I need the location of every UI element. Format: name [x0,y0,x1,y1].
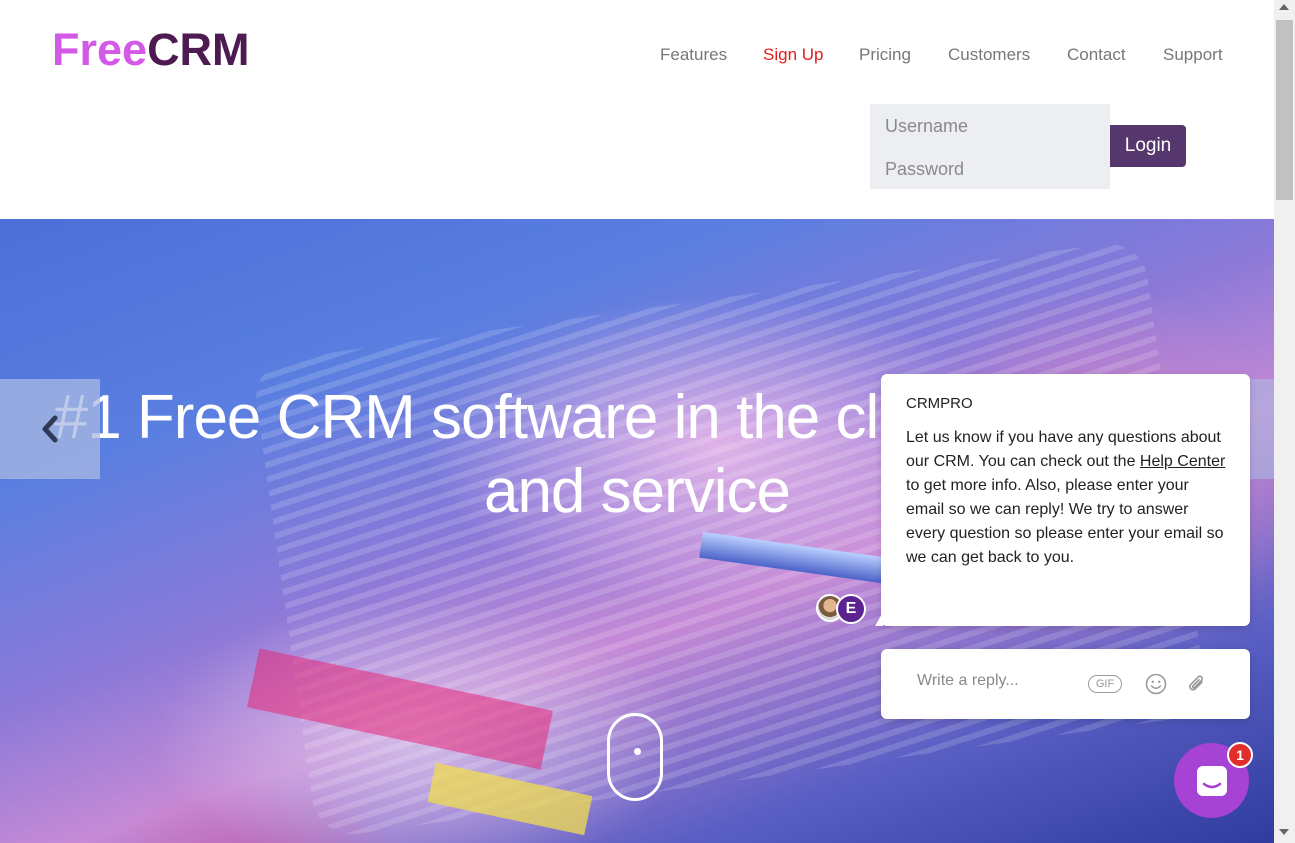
scroll-up-arrow-icon[interactable] [1279,4,1289,10]
password-field[interactable]: Password [885,159,964,180]
carousel-prev-button[interactable] [0,379,100,479]
chat-message-card: CRMPRO Let us know if you have any quest… [875,374,1250,626]
paperclip-icon[interactable] [1186,673,1208,695]
username-field[interactable]: Username [885,116,968,137]
scrollbar-thumb[interactable] [1276,20,1293,200]
nav-pricing[interactable]: Pricing [859,45,911,65]
gif-button[interactable]: GIF [1088,675,1122,693]
chat-bubble-icon [1196,765,1227,796]
scroll-down-arrow-icon[interactable] [1279,829,1289,835]
agent-initial-avatar: E [836,594,866,624]
emoji-icon[interactable] [1145,673,1167,695]
main-nav: Features Sign Up Pricing Customers Conta… [0,45,1274,69]
chat-message-text: Let us know if you have any questions ab… [906,426,1226,570]
chat-sender-name: CRMPRO [906,395,973,412]
login-button[interactable]: Login [1110,125,1186,167]
page-scrollbar[interactable] [1274,0,1295,843]
chat-reply-input[interactable] [917,672,1077,690]
site-header: FreeCRM Features Sign Up Pricing Custome… [0,0,1274,219]
login-form: Username Password [870,104,1110,189]
nav-support[interactable]: Support [1163,45,1223,65]
mouse-scroll-icon[interactable] [607,713,663,801]
nav-contact[interactable]: Contact [1067,45,1126,65]
chat-avatars: E [816,594,870,624]
nav-sign-up[interactable]: Sign Up [763,45,823,65]
unread-count-badge: 1 [1227,742,1253,768]
nav-customers[interactable]: Customers [948,45,1030,65]
chat-reply-box: GIF [881,649,1250,719]
chat-message-part-2: to get more info. Also, please enter you… [906,477,1224,566]
chevron-left-icon [42,415,58,443]
nav-features[interactable]: Features [660,45,727,65]
help-center-link[interactable]: Help Center [1140,453,1225,470]
carousel-next-button[interactable] [1250,379,1274,479]
mouse-scroll-dot [634,748,641,755]
